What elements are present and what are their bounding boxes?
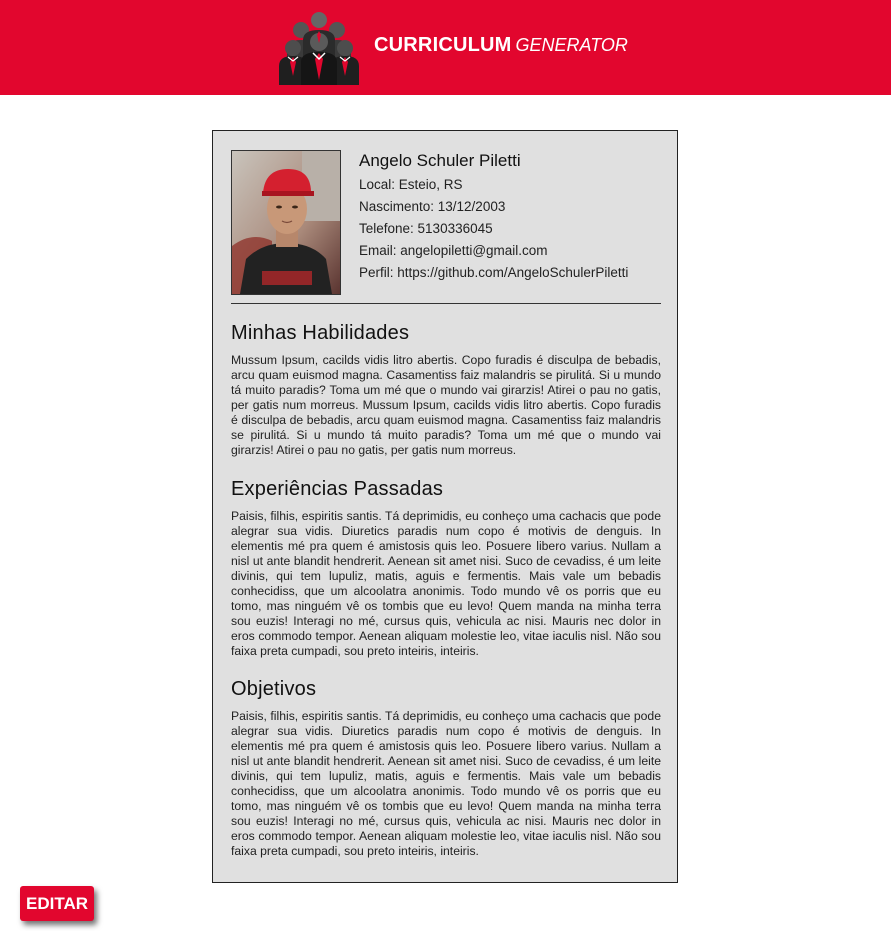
brand-sub: GENERATOR [515, 35, 628, 55]
full-name: Angelo Schuler Piletti [359, 151, 521, 170]
skills-text: Mussum Ipsum, cacilds vidis litro aberti… [231, 353, 661, 457]
app-header: CURRICULUM GENERATOR [0, 0, 891, 95]
birth-date-text: Nascimento: 13/12/2003 [359, 199, 506, 214]
profile-photo [231, 150, 341, 295]
phone-text: Telefone: 5130336045 [359, 221, 493, 236]
profile-link-text: Perfil: https://github.com/AngeloSchuler… [359, 265, 629, 280]
objectives-title: Objetivos [231, 678, 317, 700]
experience-title: Experiências Passadas [231, 478, 444, 500]
location-text: Local: Esteio, RS [359, 177, 463, 192]
header-divider [231, 303, 661, 304]
objectives-section: Objetivos Paisis, filhis, espiritis sant… [231, 678, 661, 859]
experience-section: Experiências Passadas Paisis, filhis, es… [231, 478, 661, 659]
skills-title: Minhas Habilidades [231, 322, 410, 344]
resume-card: Angelo Schuler Piletti Local: Esteio, RS… [212, 130, 678, 883]
app-title: CURRICULUM GENERATOR [374, 34, 628, 57]
experience-text: Paisis, filhis, espiritis santis. Tá dep… [231, 509, 661, 658]
business-people-icon [279, 10, 359, 85]
contact-info: Angelo Schuler Piletti Local: Esteio, RS… [359, 150, 669, 284]
objectives-text: Paisis, filhis, espiritis santis. Tá dep… [231, 709, 661, 858]
edit-button[interactable]: EDITAR [20, 886, 94, 921]
brand-main: CURRICULUM [374, 34, 512, 56]
skills-section: Minhas Habilidades Mussum Ipsum, cacilds… [231, 322, 661, 458]
email-text: Email: angelopiletti@gmail.com [359, 243, 548, 258]
